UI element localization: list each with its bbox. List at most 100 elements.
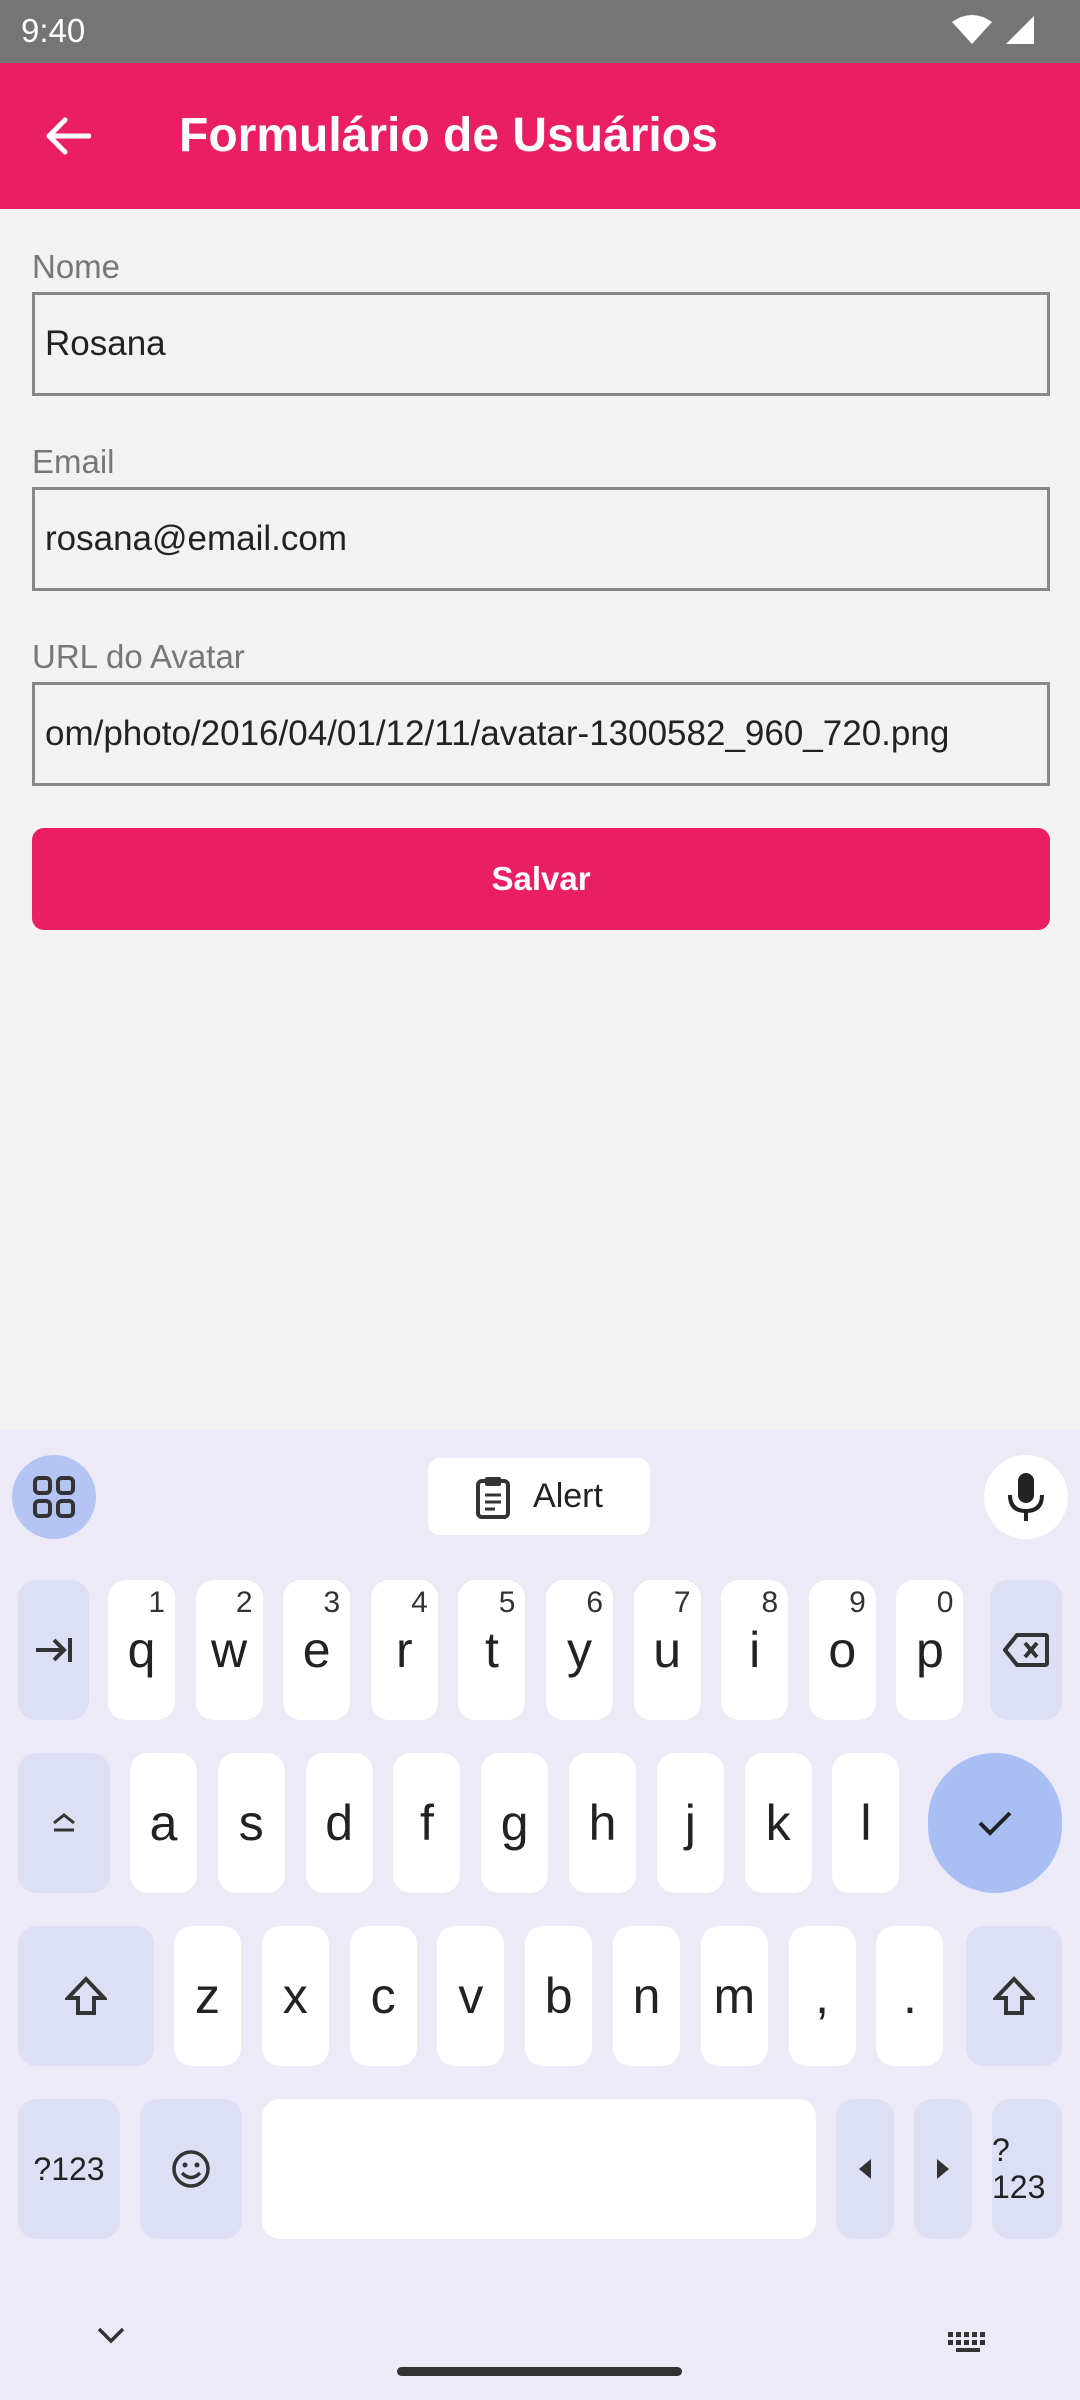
grid-icon	[33, 1476, 75, 1518]
wifi-icon	[952, 15, 992, 44]
key-label: t	[484, 1622, 499, 1678]
key-p[interactable]: p0	[896, 1580, 964, 1720]
signal-icon	[1006, 16, 1034, 44]
keyboard-apps-button[interactable]	[12, 1455, 96, 1539]
key-h[interactable]: h	[569, 1753, 636, 1893]
key-e[interactable]: e3	[283, 1580, 351, 1720]
home-indicator[interactable]	[397, 2367, 682, 2376]
shift-key-right[interactable]	[966, 1926, 1062, 2066]
key-label: z	[195, 1968, 220, 2024]
cursor-left-key[interactable]	[836, 2099, 894, 2239]
key-hint: 7	[673, 1586, 691, 1619]
space-key[interactable]	[262, 2099, 816, 2239]
key-label: v	[458, 1968, 484, 2024]
emoji-key[interactable]	[140, 2099, 242, 2239]
key-label: r	[395, 1622, 413, 1678]
key-s[interactable]: s	[217, 1753, 285, 1893]
key-hint: 5	[498, 1586, 516, 1619]
key-t[interactable]: t5	[458, 1580, 526, 1720]
keyboard-switch-icon[interactable]	[946, 2330, 990, 2354]
status-time: 9:40	[21, 12, 86, 49]
arrow-back-icon	[46, 117, 91, 155]
hide-keyboard-icon[interactable]	[96, 2325, 126, 2345]
key-label: d	[325, 1795, 353, 1851]
key-u[interactable]: u7	[633, 1580, 701, 1720]
key-label: c	[370, 1968, 396, 2024]
key-label: e	[302, 1622, 331, 1678]
key-hint: 9	[849, 1586, 866, 1619]
cursor-right-key[interactable]	[914, 2099, 972, 2239]
key-label: j	[684, 1795, 696, 1851]
key-label: .	[902, 1968, 917, 2024]
key-l[interactable]: l	[832, 1753, 900, 1893]
backspace-icon	[1003, 1633, 1049, 1667]
key-comma[interactable]: ,	[788, 1926, 856, 2066]
key-label: i	[749, 1622, 761, 1678]
key-label: n	[632, 1968, 661, 2024]
key-z[interactable]: z	[174, 1926, 241, 2066]
key-v[interactable]: v	[437, 1926, 505, 2066]
key-i[interactable]: i8	[721, 1580, 789, 1720]
back-button[interactable]	[28, 103, 108, 169]
enter-key[interactable]	[928, 1753, 1062, 1893]
key-x[interactable]: x	[261, 1926, 329, 2066]
name-field[interactable]: Rosana	[32, 292, 1050, 396]
status-icons	[952, 14, 1036, 46]
tab-key[interactable]	[18, 1580, 89, 1720]
symbols-key-right[interactable]: ?123	[992, 2099, 1062, 2239]
voice-input-button[interactable]	[984, 1455, 1068, 1539]
caps-lock-key[interactable]	[18, 1753, 110, 1893]
key-label: h	[588, 1795, 617, 1851]
key-label: g	[500, 1795, 529, 1851]
email-field[interactable]: rosana@email.com	[32, 487, 1050, 591]
backspace-key[interactable]	[990, 1580, 1062, 1720]
key-q[interactable]: q1	[108, 1580, 175, 1720]
key-r[interactable]: r4	[370, 1580, 438, 1720]
key-label: k	[765, 1795, 791, 1851]
key-c[interactable]: c	[349, 1926, 417, 2066]
shift-icon	[993, 1976, 1035, 2015]
key-label: y	[567, 1622, 592, 1678]
symbols-key[interactable]: ?123	[18, 2099, 120, 2239]
key-b[interactable]: b	[525, 1926, 593, 2066]
key-label: s	[238, 1795, 264, 1851]
key-hint: 1	[148, 1586, 165, 1619]
key-label: o	[828, 1622, 857, 1678]
key-hint: 8	[761, 1586, 779, 1619]
email-label: Email	[32, 443, 115, 480]
key-d[interactable]: d	[305, 1753, 373, 1893]
shift-key-left[interactable]	[18, 1926, 154, 2066]
key-label: m	[713, 1968, 756, 2024]
key-label: q	[127, 1622, 156, 1678]
key-period[interactable]: .	[876, 1926, 944, 2066]
key-label: x	[282, 1968, 308, 2024]
key-w[interactable]: w2	[195, 1580, 263, 1720]
key-label: p	[915, 1622, 944, 1678]
tab-icon	[35, 1638, 72, 1662]
save-button[interactable]: Salvar	[32, 828, 1050, 930]
avatar-url-field[interactable]: om/photo/2016/04/01/12/11/avatar-1300582…	[32, 682, 1050, 786]
caret-right-icon	[937, 2159, 949, 2179]
key-j[interactable]: j	[656, 1753, 724, 1893]
key-label: w	[211, 1622, 248, 1678]
shift-icon	[65, 1976, 107, 2015]
key-k[interactable]: k	[744, 1753, 812, 1893]
soft-keyboard: Alert ?123 ?123 q 1 w 2 e 3 r 4 t 5 y 6 …	[0, 1430, 1080, 2400]
key-y[interactable]: y6	[546, 1580, 613, 1720]
clipboard-suggestion[interactable]: Alert	[428, 1458, 650, 1535]
clipboard-label: Alert	[533, 1477, 603, 1515]
key-hint: 2	[235, 1586, 253, 1619]
key-a[interactable]: a	[130, 1753, 197, 1893]
key-g[interactable]: g	[481, 1753, 549, 1893]
caps-icon	[53, 1813, 75, 1832]
key-label: b	[544, 1968, 573, 2024]
clipboard-icon	[476, 1476, 511, 1519]
key-n[interactable]: n	[613, 1926, 680, 2066]
name-label: Nome	[32, 248, 121, 285]
check-icon	[978, 1811, 1012, 1836]
key-label: u	[653, 1622, 681, 1678]
key-f[interactable]: f	[393, 1753, 461, 1893]
key-m[interactable]: m	[700, 1926, 768, 2066]
key-o[interactable]: o9	[808, 1580, 876, 1720]
emoji-icon	[172, 2150, 210, 2188]
